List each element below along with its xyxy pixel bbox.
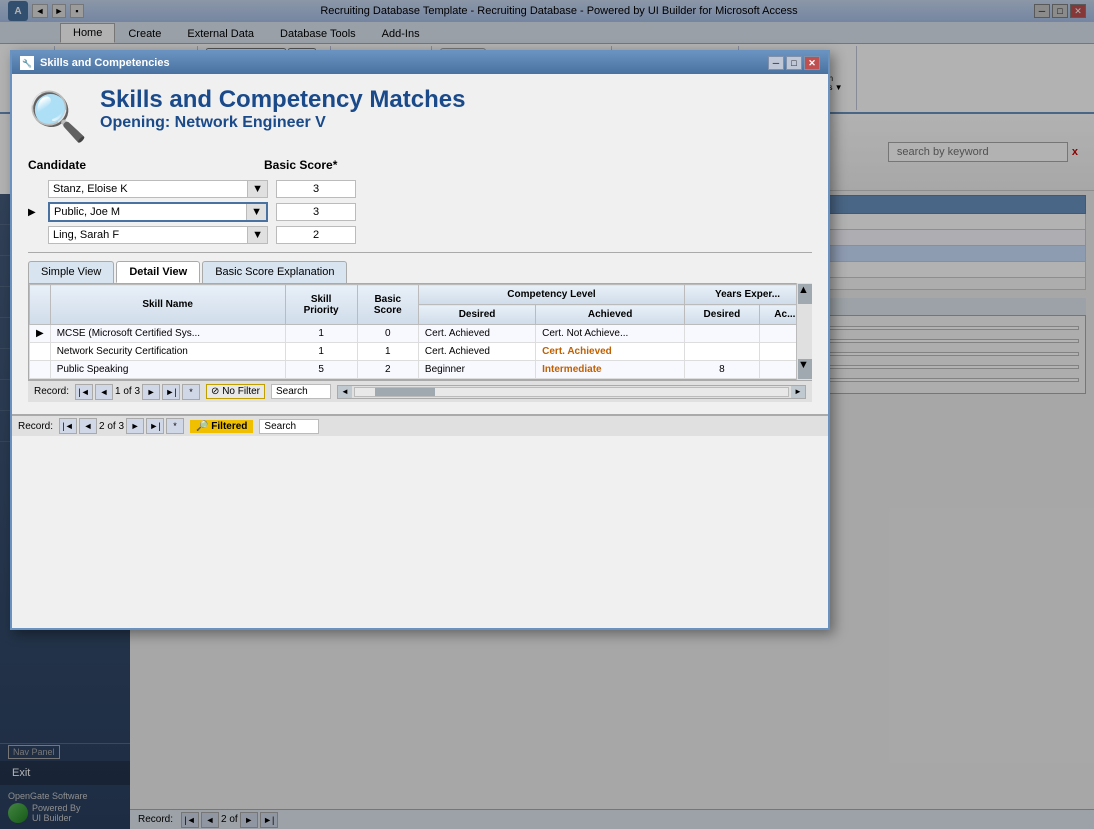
simple-view-tab[interactable]: Simple View xyxy=(28,261,114,283)
basic-score-1: 3 xyxy=(276,180,356,198)
detail-row-3: Public Speaking 5 2 Beginner Intermediat… xyxy=(30,361,811,379)
modal-overlay: 🔧 Skills and Competencies ─ □ ✕ 🔍 Skills… xyxy=(0,0,1094,829)
comp-achieved-3: Intermediate xyxy=(536,361,685,379)
modal-heading: Skills and Competency Matches xyxy=(100,86,465,114)
detail-view-wrapper: Skill Name SkillPriority BasicScore Comp… xyxy=(28,283,812,380)
skill-priority-2: 1 xyxy=(285,343,357,361)
row-indicator-2: ▶ xyxy=(28,207,40,218)
candidate-row-1: ▼ 3 xyxy=(28,180,812,198)
basic-score-1-val: 0 xyxy=(357,325,418,343)
outer-search-input[interactable] xyxy=(259,419,319,434)
scroll-thumb-up[interactable]: ▲ xyxy=(798,284,812,304)
outer-new-btn[interactable]: * xyxy=(166,418,184,434)
skill-priority-1: 1 xyxy=(285,325,357,343)
outer-last-btn[interactable]: ►| xyxy=(146,418,164,434)
detail-row-1: ▶ MCSE (Microsoft Certified Sys... 1 0 C… xyxy=(30,325,811,343)
inner-last-btn[interactable]: ►| xyxy=(162,384,180,400)
search-icon: 🔍 xyxy=(28,86,88,146)
modal-maximize-btn[interactable]: □ xyxy=(786,56,802,70)
outer-first-btn[interactable]: |◄ xyxy=(59,418,77,434)
h-scroll-right[interactable]: ► xyxy=(791,386,805,398)
h-scroll-left[interactable]: ◄ xyxy=(338,386,352,398)
vertical-scrollbar[interactable]: ▲ ▼ xyxy=(796,283,812,380)
basic-score-2: 3 xyxy=(276,203,356,221)
candidate-selector-2[interactable]: ▼ xyxy=(48,202,268,222)
modal-body: 🔍 Skills and Competency Matches Opening:… xyxy=(12,74,828,414)
basic-score-2-val: 1 xyxy=(357,343,418,361)
modal-title: Skills and Competencies xyxy=(40,57,170,69)
inner-record-label: Record: xyxy=(34,386,69,397)
candidate-dropdown-3[interactable]: ▼ xyxy=(247,227,267,243)
outer-next-btn[interactable]: ► xyxy=(126,418,144,434)
candidate-input-3[interactable] xyxy=(49,227,247,243)
candidates-section-header: Candidate Basic Score* xyxy=(28,158,812,172)
years-desired-2 xyxy=(685,343,760,361)
competency-level-header: Competency Level xyxy=(418,285,684,305)
achieved-comp-header: Achieved xyxy=(536,305,685,325)
candidate-column-header: Candidate xyxy=(28,158,248,172)
inner-record-nav: Record: |◄ ◄ 1 of 3 ► ►| * ⊘ No Filter ◄ xyxy=(28,380,812,402)
inner-record-text: 1 of 3 xyxy=(115,386,140,397)
skill-priority-header: SkillPriority xyxy=(285,285,357,325)
skill-name-1: MCSE (Microsoft Certified Sys... xyxy=(50,325,285,343)
skills-modal: 🔧 Skills and Competencies ─ □ ✕ 🔍 Skills… xyxy=(10,50,830,630)
modal-header: 🔍 Skills and Competency Matches Opening:… xyxy=(28,86,812,146)
candidate-dropdown-2[interactable]: ▼ xyxy=(246,204,266,220)
skill-name-3: Public Speaking xyxy=(50,361,285,379)
modal-subheading: Opening: Network Engineer V xyxy=(100,114,465,132)
candidate-selector-1[interactable]: ▼ xyxy=(48,180,268,198)
modal-title-icon: 🔧 xyxy=(20,56,34,70)
skill-name-header: Skill Name xyxy=(50,285,285,325)
inner-first-btn[interactable]: |◄ xyxy=(75,384,93,400)
comp-achieved-2: Cert. Achieved xyxy=(536,343,685,361)
no-filter-badge[interactable]: ⊘ No Filter xyxy=(206,384,265,399)
modal-close-btn[interactable]: ✕ xyxy=(804,56,820,70)
years-exp-header: Years Exper... xyxy=(685,285,811,305)
comp-desired-1: Cert. Achieved xyxy=(418,325,535,343)
inner-next-btn[interactable]: ► xyxy=(142,384,160,400)
basic-score-3: 2 xyxy=(276,226,356,244)
comp-achieved-1: Cert. Not Achieve... xyxy=(536,325,685,343)
inner-new-btn[interactable]: * xyxy=(182,384,200,400)
candidate-input-2[interactable] xyxy=(50,204,246,220)
candidate-selector-3[interactable]: ▼ xyxy=(48,226,268,244)
horizontal-scrollbar[interactable]: ◄ ► xyxy=(337,385,806,399)
years-desired-3: 8 xyxy=(685,361,760,379)
detail-view-tab[interactable]: Detail View xyxy=(116,261,200,283)
detail-view-container: Skill Name SkillPriority BasicScore Comp… xyxy=(28,283,812,380)
candidate-dropdown-1[interactable]: ▼ xyxy=(247,181,267,197)
modal-minimize-btn[interactable]: ─ xyxy=(768,56,784,70)
years-desired-1 xyxy=(685,325,760,343)
inner-prev-btn[interactable]: ◄ xyxy=(95,384,113,400)
desired-years-header: Desired xyxy=(685,305,760,325)
detail-table: Skill Name SkillPriority BasicScore Comp… xyxy=(29,284,811,379)
detail-row-2: Network Security Certification 1 1 Cert.… xyxy=(30,343,811,361)
outer-prev-btn[interactable]: ◄ xyxy=(79,418,97,434)
view-tabs: Simple View Detail View Basic Score Expl… xyxy=(28,261,812,283)
comp-desired-3: Beginner xyxy=(418,361,535,379)
skill-name-2: Network Security Certification xyxy=(50,343,285,361)
basic-score-3-val: 2 xyxy=(357,361,418,379)
basic-score-header: BasicScore xyxy=(357,285,418,325)
modal-separator xyxy=(28,252,812,253)
basic-score-explanation-tab[interactable]: Basic Score Explanation xyxy=(202,261,347,283)
filtered-badge[interactable]: 🔎 Filtered xyxy=(190,420,253,433)
inner-search-input[interactable] xyxy=(271,384,331,399)
h-scroll-thumb xyxy=(375,388,435,396)
basic-score-column-header: Basic Score* xyxy=(264,158,337,172)
outer-record-text: 2 of 3 xyxy=(99,421,124,432)
candidate-input-1[interactable] xyxy=(49,181,247,197)
outer-record-nav: Record: |◄ ◄ 2 of 3 ► ►| * 🔎 Filtered xyxy=(12,414,828,436)
candidate-row-2: ▶ ▼ 3 xyxy=(28,202,812,222)
scroll-thumb-down[interactable]: ▼ xyxy=(798,359,812,379)
skill-priority-3: 5 xyxy=(285,361,357,379)
desired-comp-header: Desired xyxy=(418,305,535,325)
outer-record-label: Record: xyxy=(18,421,53,432)
candidate-row-3: ▼ 2 xyxy=(28,226,812,244)
modal-titlebar: 🔧 Skills and Competencies ─ □ ✕ xyxy=(12,52,828,74)
comp-desired-2: Cert. Achieved xyxy=(418,343,535,361)
